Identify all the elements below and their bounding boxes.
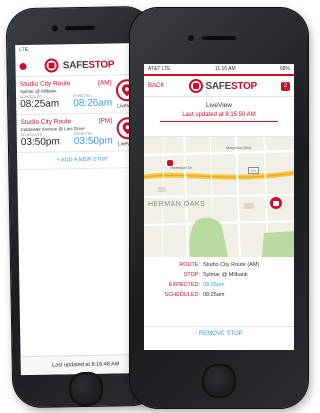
- scheduled-time: 03:50pm: [20, 136, 60, 149]
- remove-stop-button[interactable]: - REMOVE STOP: [144, 326, 294, 337]
- safestop-logo-icon: [44, 58, 59, 73]
- area-label: HERMAN OAKS: [148, 201, 206, 208]
- speaker: [202, 36, 236, 40]
- stop-marker-icon[interactable]: [166, 159, 174, 167]
- highway-shield: 101: [248, 167, 259, 174]
- expected-time: 08:26am: [73, 97, 113, 110]
- route-label: ROUTE:: [179, 262, 200, 268]
- route-period: (AM): [97, 79, 112, 87]
- page-title: LiveView: [206, 102, 232, 109]
- safestop-logo-icon: [188, 79, 203, 93]
- stop-label: STOP:: [183, 272, 200, 278]
- user-icon[interactable]: [19, 62, 27, 70]
- notification-badge[interactable]: 2: [281, 81, 290, 91]
- home-button: [68, 371, 104, 407]
- route-name: Studio City Route: [20, 118, 72, 127]
- front-phone: AT&T LTE 11:16 AM 68% BACK SAFESTOP 2 Li…: [130, 8, 308, 408]
- expected-time: 03:50pm: [73, 135, 113, 148]
- app-logo: SAFESTOP: [62, 58, 115, 71]
- route-period: (PM): [98, 117, 113, 125]
- front-camera: [188, 35, 194, 41]
- scheduled-label: SCHEDULED:: [164, 292, 200, 298]
- carrier-label: AT&T LTE: [148, 66, 171, 72]
- live-map[interactable]: Magnolia Blvd Riverside Dr 101 HERMAN OA…: [144, 136, 294, 257]
- speaker: [64, 25, 95, 31]
- front-camera: [51, 25, 58, 32]
- home-button: [202, 364, 236, 398]
- app-header: BACK SAFESTOP 2: [144, 76, 294, 97]
- add-stop-button[interactable]: + ADD A NEW STOP: [17, 150, 148, 171]
- scheduled-time: 08:25am: [20, 98, 60, 111]
- street-label: Magnolia Blvd: [226, 145, 252, 150]
- app-logo: SAFESTOP: [205, 80, 258, 92]
- bus-marker-icon[interactable]: [270, 197, 282, 209]
- last-updated: Last updated at 8:15:50 AM: [160, 112, 278, 122]
- scheduled-value: 08:25am: [203, 292, 225, 298]
- route-value: Studio City Route (AM): [203, 262, 260, 268]
- expected-label: EXPECTED:: [168, 282, 200, 288]
- app-header: SAFESTOP 2: [15, 52, 146, 78]
- route-card[interactable]: Studio City Route (PM) Coldwater Avenue @…: [16, 112, 148, 154]
- route-name: Studio City Route: [19, 80, 71, 89]
- map-graphic: [144, 137, 294, 257]
- status-bar: AT&T LTE 11:16 AM 68%: [144, 64, 294, 74]
- battery-label: 68%: [279, 66, 290, 72]
- stop-value: Sylmar @ Milbank: [203, 272, 248, 278]
- route-card[interactable]: Studio City Route (AM) Sylmar @ Milbank S…: [15, 74, 147, 116]
- back-button[interactable]: BACK: [148, 83, 164, 89]
- expected-value: 08:25am: [203, 282, 225, 288]
- stop-details: ROUTE: Studio City Route (AM) STOP: Sylmar…: [144, 258, 294, 302]
- front-screen: AT&T LTE 11:16 AM 68% BACK SAFESTOP 2 Li…: [144, 64, 294, 350]
- clock: 11:16 AM: [214, 66, 236, 72]
- carrier-label: LTE: [19, 46, 29, 54]
